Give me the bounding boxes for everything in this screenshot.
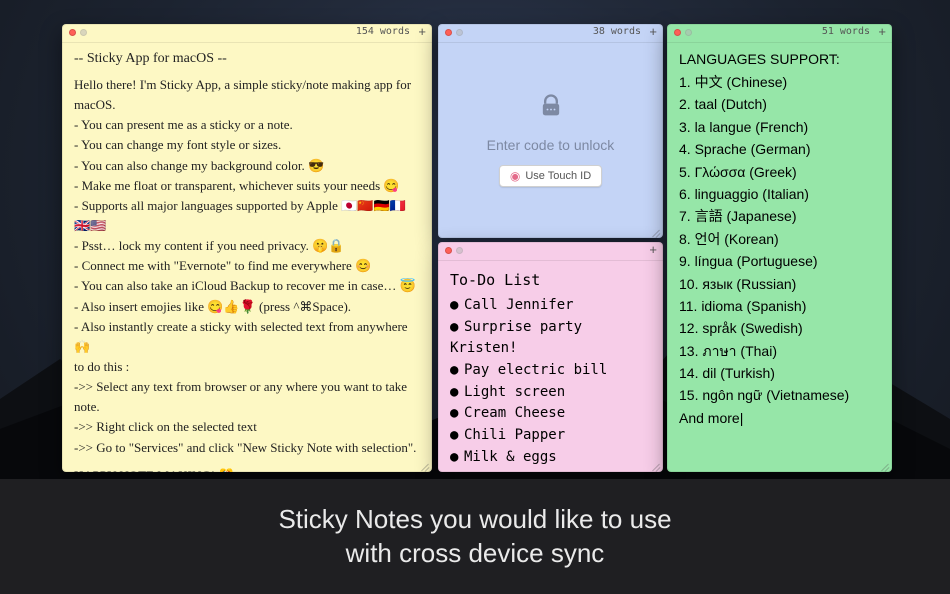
locked-overlay: Enter code to unlock ◉ Use Touch ID — [438, 43, 663, 238]
list-item: 15. ngôn ngữ (Vietnamese) — [679, 384, 880, 406]
titlebar[interactable]: + — [438, 242, 663, 261]
note-line: ->> Go to "Services" and click "New Stic… — [74, 438, 420, 458]
touch-id-label: Use Touch ID — [525, 170, 591, 182]
note-title: To-Do List — [450, 271, 651, 289]
promo-line-1: Sticky Notes you would like to use — [278, 504, 671, 534]
note-body[interactable]: -- Sticky App for macOS -- Hello there! … — [62, 43, 432, 472]
list-item: 3. la langue (French) — [679, 116, 880, 138]
add-note-button[interactable]: + — [418, 24, 426, 39]
note-line: Hello there! I'm Sticky App, a simple st… — [74, 75, 420, 115]
word-count: 38 words — [593, 26, 641, 37]
minimize-icon[interactable] — [456, 29, 463, 36]
add-note-button[interactable]: + — [649, 242, 657, 257]
word-count: 51 words — [822, 26, 870, 37]
list-item: 13. ภาษา (Thai) — [679, 340, 880, 362]
list-item: 9. língua (Portuguese) — [679, 250, 880, 272]
list-item: ●Light screen — [450, 382, 651, 404]
resize-handle[interactable] — [880, 460, 890, 470]
list-item: 7. 言語 (Japanese) — [679, 205, 880, 227]
word-count: 154 words — [356, 26, 410, 37]
list-item: 5. Γλώσσα (Greek) — [679, 161, 880, 183]
note-line: - Also instantly create a sticky with se… — [74, 317, 420, 357]
resize-handle[interactable] — [651, 460, 661, 470]
note-line: - You can present me as a sticky or a no… — [74, 115, 420, 135]
list-item: 11. idioma (Spanish) — [679, 295, 880, 317]
list-item: 6. linguaggio (Italian) — [679, 183, 880, 205]
sticky-note-pink[interactable]: + To-Do List ●Call Jennifer●Surprise par… — [438, 242, 663, 472]
note-line: - Connect me with "Evernote" to find me … — [74, 256, 420, 276]
resize-handle[interactable] — [420, 460, 430, 470]
note-footer: HAPPY NOTE MAKING! 🎊 — [74, 468, 420, 472]
close-icon[interactable] — [445, 247, 452, 254]
list-item: ●Pay electric bill — [450, 360, 651, 382]
note-line: ->> Right click on the selected text — [74, 417, 420, 437]
list-item: 8. 언어 (Korean) — [679, 228, 880, 250]
resize-handle[interactable] — [651, 226, 661, 236]
note-line: - You can also take an iCloud Backup to … — [74, 276, 420, 296]
note-line: ->> Select any text from browser or any … — [74, 377, 420, 417]
list-item: 12. språk (Swedish) — [679, 317, 880, 339]
close-icon[interactable] — [674, 29, 681, 36]
list-item: ●Call Jennifer — [450, 295, 651, 317]
note-line: to do this : — [74, 357, 420, 377]
minimize-icon[interactable] — [456, 247, 463, 254]
list-item: 14. dil (Turkish) — [679, 362, 880, 384]
sticky-note-yellow[interactable]: 154 words + -- Sticky App for macOS -- H… — [62, 24, 432, 472]
sticky-note-green[interactable]: 51 words + LANGUAGES SUPPORT: 1. 中文 (Chi… — [667, 24, 892, 472]
note-line: - Make me float or transparent, whicheve… — [74, 176, 420, 196]
promo-footer: Sticky Notes you would like to use with … — [0, 479, 950, 594]
note-line: - Also insert emojies like 😋👍🌹 (press ^⌘… — [74, 297, 420, 317]
note-line: - Psst… lock my content if you need priv… — [74, 236, 420, 256]
note-body[interactable]: To-Do List ●Call Jennifer●Surprise party… — [438, 261, 663, 472]
touch-id-button[interactable]: ◉ Use Touch ID — [499, 165, 602, 187]
titlebar[interactable]: 38 words + — [438, 24, 663, 43]
titlebar[interactable]: 154 words + — [62, 24, 432, 43]
add-note-button[interactable]: + — [649, 24, 657, 39]
list-item: 2. taal (Dutch) — [679, 93, 880, 115]
list-item: ●Chili Papper — [450, 425, 651, 447]
note-body[interactable]: LANGUAGES SUPPORT: 1. 中文 (Chinese)2. taa… — [667, 43, 892, 472]
list-item: ●Cream Cheese — [450, 403, 651, 425]
close-icon[interactable] — [445, 29, 452, 36]
add-note-button[interactable]: + — [878, 24, 886, 39]
note-line: - You can also change my background colo… — [74, 156, 420, 176]
minimize-icon[interactable] — [685, 29, 692, 36]
lock-icon — [537, 92, 565, 125]
list-item: ●Milk & eggs — [450, 447, 651, 469]
list-item: 4. Sprache (German) — [679, 138, 880, 160]
note-more: And more — [679, 407, 880, 429]
list-item: 10. язык (Russian) — [679, 273, 880, 295]
note-title: LANGUAGES SUPPORT: — [679, 51, 880, 67]
close-icon[interactable] — [69, 29, 76, 36]
titlebar[interactable]: 51 words + — [667, 24, 892, 43]
note-title: -- Sticky App for macOS -- — [74, 51, 420, 67]
note-line: - You can change my font style or sizes. — [74, 135, 420, 155]
note-line: - Supports all major languages supported… — [74, 196, 420, 236]
fingerprint-icon: ◉ — [510, 169, 520, 183]
promo-line-2: with cross device sync — [346, 538, 605, 568]
list-item: 1. 中文 (Chinese) — [679, 71, 880, 93]
promo-text: Sticky Notes you would like to use with … — [278, 503, 671, 571]
minimize-icon[interactable] — [80, 29, 87, 36]
sticky-note-blue-locked[interactable]: 38 words + Enter code to unlock ◉ Use To… — [438, 24, 663, 238]
unlock-prompt: Enter code to unlock — [487, 137, 615, 153]
list-item: ●Surprise party Kristen! — [450, 317, 651, 360]
